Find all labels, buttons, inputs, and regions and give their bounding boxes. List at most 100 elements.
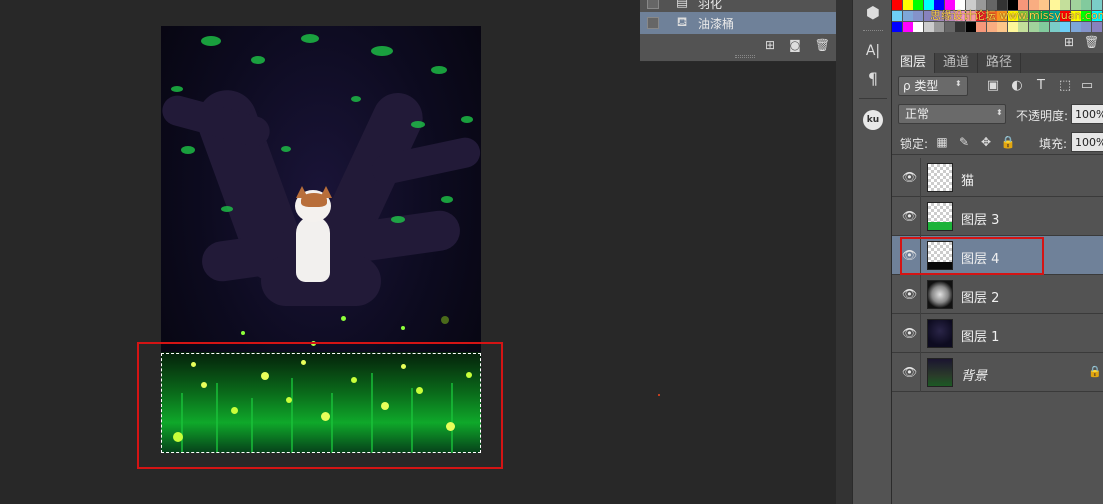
layer-name[interactable]: 图层 2	[961, 287, 999, 306]
highlight-box-layer	[900, 237, 1044, 275]
leaf	[171, 86, 183, 92]
filter-pixel-icon[interactable]: ▣	[984, 77, 1002, 95]
checkbox[interactable]	[647, 0, 659, 9]
layer-row-cat[interactable]: 👁 猫	[892, 158, 1103, 197]
swatch[interactable]	[997, 22, 1007, 32]
select-arrows-icon: ⬍	[955, 79, 962, 88]
eye-icon[interactable]: 👁	[902, 170, 917, 184]
layer-name[interactable]: 背景	[961, 365, 987, 384]
select-arrows-icon: ⬍	[996, 108, 1003, 117]
filter-shape-icon[interactable]: ⬚	[1056, 77, 1074, 95]
swatch[interactable]	[1060, 22, 1070, 32]
kuler-icon[interactable]: ku	[863, 110, 883, 130]
lock-row: 锁定: ▦ ✎ ✥ 🔒 填充: 100%	[892, 129, 1103, 155]
leaf	[371, 46, 393, 56]
tab-channels[interactable]: 通道	[935, 53, 979, 73]
blend-mode-select[interactable]: 正常	[898, 104, 1006, 124]
swatch[interactable]	[913, 11, 923, 21]
swatch[interactable]	[1091, 22, 1102, 32]
swatch[interactable]	[976, 22, 986, 32]
layer-name[interactable]: 图层 1	[961, 326, 999, 345]
new-swatch-icon[interactable]: ⊞	[1064, 35, 1074, 49]
layer-thumbnail	[927, 358, 953, 387]
swatch[interactable]	[902, 11, 913, 21]
lock-transparency-icon[interactable]: ▦	[934, 134, 950, 150]
opacity-input[interactable]: 100%	[1071, 104, 1103, 124]
fill-label: 填充:	[1039, 137, 1068, 151]
swatch[interactable]	[944, 22, 955, 32]
swatch[interactable]	[1007, 22, 1018, 32]
panel-gutter	[836, 0, 852, 504]
panel-icon-strip: ⬢ A| ¶ ku	[852, 0, 892, 504]
blend-row: 正常 ⬍ 不透明度: 100%	[892, 101, 1103, 125]
swatch[interactable]	[1081, 22, 1091, 32]
swatch[interactable]	[892, 11, 902, 21]
layers-list: 👁 猫 👁 图层 3 👁 图层 4 👁 图层 2 👁 图层 1 👁 背景 🔒	[892, 158, 1103, 392]
layer-row-3[interactable]: 👁 图层 3	[892, 197, 1103, 236]
eye-icon[interactable]: 👁	[902, 365, 917, 379]
swatch[interactable]	[923, 22, 934, 32]
layer-thumbnail	[927, 163, 953, 192]
lock-brush-icon[interactable]: ✎	[956, 134, 972, 150]
leaf	[301, 34, 319, 43]
strip-grip[interactable]	[863, 30, 883, 33]
lock-position-icon[interactable]: ✥	[978, 134, 994, 150]
eye-icon[interactable]: 👁	[902, 287, 917, 301]
tool-preset-row[interactable]: ⛾ 油漆桶	[640, 12, 836, 34]
trash-icon[interactable]: 🗑	[1084, 35, 1099, 49]
swatch[interactable]	[892, 22, 902, 32]
eye-icon[interactable]: 👁	[902, 209, 917, 223]
swatch[interactable]	[1018, 22, 1028, 32]
swatch[interactable]	[913, 22, 923, 32]
stray-pixel	[658, 394, 660, 396]
new-preset-icon[interactable]: ⊞	[765, 38, 775, 52]
layer-thumbnail	[927, 202, 953, 231]
swatch[interactable]	[902, 22, 913, 32]
camera-icon[interactable]: ◙	[789, 38, 801, 52]
document-icon: ▤	[675, 0, 689, 10]
layer-row-2[interactable]: 👁 图层 2	[892, 275, 1103, 314]
filter-text-icon[interactable]: T	[1032, 77, 1050, 95]
firefly	[401, 326, 405, 330]
swatch[interactable]	[1049, 22, 1060, 32]
swatch[interactable]	[1039, 22, 1049, 32]
paint-bucket-icon: ⛾	[676, 15, 688, 30]
filter-smart-object-icon[interactable]: ▭	[1078, 77, 1096, 95]
layer-thumbnail	[927, 280, 953, 309]
canvas-area[interactable]	[0, 0, 852, 504]
panel-grip[interactable]	[735, 55, 755, 58]
swatch[interactable]	[1070, 22, 1081, 32]
character-icon[interactable]: A|	[861, 40, 885, 62]
cat-ear	[296, 186, 308, 198]
tab-layers[interactable]: 图层	[892, 53, 936, 73]
swatch[interactable]	[913, 0, 923, 10]
swatch[interactable]	[934, 22, 944, 32]
leaf	[411, 121, 425, 128]
swatch[interactable]	[955, 22, 965, 32]
swatch[interactable]	[965, 22, 976, 32]
checkbox[interactable]	[647, 17, 659, 29]
layer-name[interactable]: 猫	[961, 170, 974, 189]
swatch[interactable]	[986, 22, 997, 32]
lock-label: 锁定:	[900, 137, 929, 151]
tab-paths[interactable]: 路径	[978, 53, 1022, 73]
trash-icon[interactable]: 🗑	[815, 38, 830, 52]
paragraph-icon[interactable]: ¶	[861, 68, 885, 90]
lock-all-icon[interactable]: 🔒	[1000, 134, 1016, 150]
leaf	[201, 36, 221, 46]
layer-row-1[interactable]: 👁 图层 1	[892, 314, 1103, 353]
eye-icon[interactable]: 👁	[902, 326, 917, 340]
swatch[interactable]	[902, 0, 913, 10]
leaf	[281, 146, 291, 152]
swatch[interactable]	[892, 0, 902, 10]
layer-name[interactable]: 图层 3	[961, 209, 999, 228]
tool-panel-actions: ⊞ ◙ 🗑	[640, 36, 852, 54]
3d-cube-icon[interactable]: ⬢	[861, 2, 885, 24]
divider	[920, 314, 921, 353]
filter-adjustment-icon[interactable]: ◐	[1008, 77, 1026, 95]
swatch[interactable]	[1028, 22, 1039, 32]
opacity-label: 不透明度:	[1016, 109, 1069, 123]
leaf	[351, 96, 361, 102]
fill-input[interactable]: 100%	[1071, 132, 1103, 152]
layer-row-background[interactable]: 👁 背景 🔒	[892, 353, 1103, 392]
